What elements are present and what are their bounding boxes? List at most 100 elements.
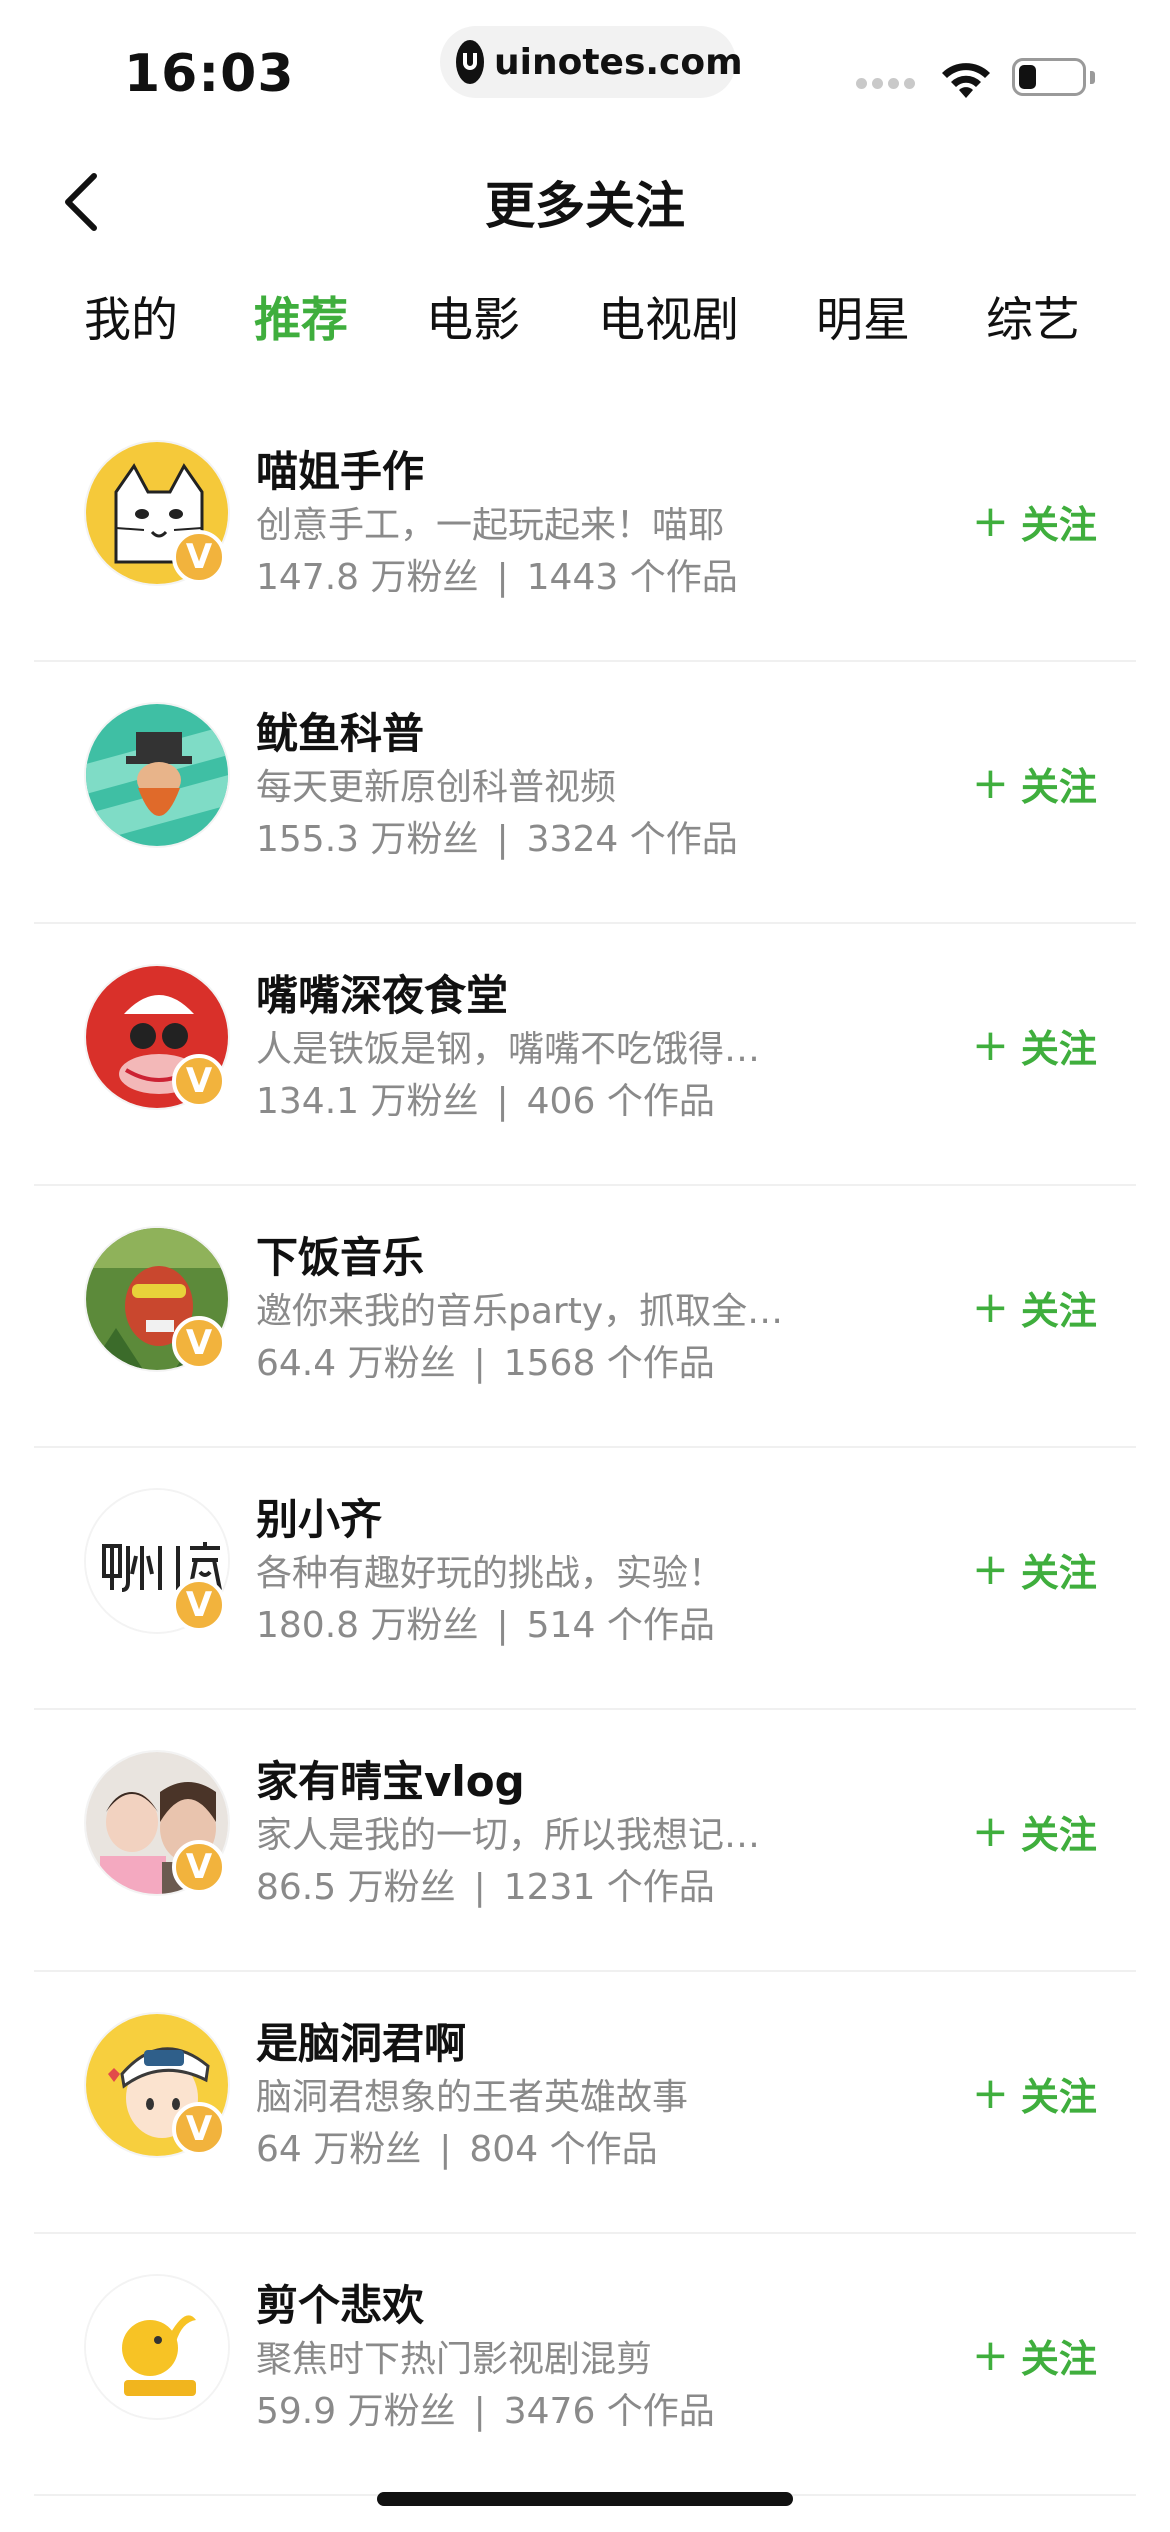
battery-icon <box>1012 58 1086 96</box>
follow-label: 关注 <box>1020 1813 1097 1857</box>
list-item[interactable]: V 别小齐 各种有趣好玩的挑战，实验！ 180.8 万粉丝 | 514 个作品 + 关… <box>0 1448 1170 1710</box>
account-description: 各种有趣好玩的挑战，实验！ <box>256 1553 725 1594</box>
account-stats: 155.3 万粉丝 | 3324 个作品 <box>256 819 738 860</box>
list-item[interactable]: 剪个悲欢 聚焦时下热门影视剧混剪 59.9 万粉丝 | 3476 个作品 + 关注 <box>0 2234 1170 2496</box>
account-description: 每天更新原创科普视频 <box>256 767 617 808</box>
account-name: 别小齐 <box>256 1495 383 1544</box>
tab-tv-series[interactable]: 电视剧 <box>598 288 739 354</box>
tab-recommended[interactable]: 推荐 <box>254 288 348 354</box>
verified-badge-icon: V <box>172 1840 226 1894</box>
follow-label: 关注 <box>1020 2075 1097 2119</box>
account-name: 家有晴宝vlog <box>256 1757 525 1806</box>
plus-icon: + <box>972 496 1009 547</box>
account-name: 剪个悲欢 <box>256 2281 425 2330</box>
account-name: 鱿鱼科普 <box>256 709 425 758</box>
works-count: 3324 个作品 <box>526 819 738 860</box>
follow-button[interactable]: + 关注 <box>972 1018 1097 1073</box>
follow-button[interactable]: + 关注 <box>972 2328 1097 2383</box>
chevron-left-icon[interactable] <box>60 170 104 234</box>
tab-mine[interactable]: 我的 <box>84 288 178 354</box>
plus-icon: + <box>972 1020 1009 1071</box>
fans-count: 147.8 万粉丝 <box>256 557 479 598</box>
battery-tip <box>1090 71 1095 84</box>
account-list: V 喵姐手作 创意手工，一起玩起来！喵耶 147.8 万粉丝 | 1443 个作品 … <box>0 400 1170 2496</box>
signal-icon <box>856 78 915 89</box>
verified-badge-icon: V <box>172 1316 226 1370</box>
url-pill[interactable]: uinotes.com <box>440 26 743 98</box>
uinotes-logo-icon <box>456 40 484 84</box>
follow-label: 关注 <box>1020 765 1097 809</box>
plus-icon: + <box>972 2330 1009 2381</box>
follow-button[interactable]: + 关注 <box>972 2066 1097 2121</box>
status-time: 16:03 <box>124 44 295 104</box>
fans-count: 180.8 万粉丝 <box>256 1605 479 1646</box>
works-count: 3476 个作品 <box>503 2391 715 2432</box>
list-item[interactable]: V 嘴嘴深夜食堂 人是铁饭是钢，嘴嘴不吃饿得… 134.1 万粉丝 | 406 个作… <box>0 924 1170 1186</box>
account-description: 人是铁饭是钢，嘴嘴不吃饿得… <box>256 1029 761 1070</box>
tab-variety[interactable]: 综艺 <box>986 288 1080 354</box>
account-stats: 59.9 万粉丝 | 3476 个作品 <box>256 2391 715 2432</box>
verified-badge-icon: V <box>172 530 226 584</box>
plus-icon: + <box>972 1282 1009 1333</box>
account-stats: 86.5 万粉丝 | 1231 个作品 <box>256 1867 715 1908</box>
works-count: 1568 个作品 <box>503 1343 715 1384</box>
tab-movies[interactable]: 电影 <box>426 288 520 354</box>
works-count: 1443 个作品 <box>526 557 738 598</box>
account-description: 创意手工，一起玩起来！喵耶 <box>256 505 725 546</box>
wifi-icon <box>936 56 996 104</box>
url-text: uinotes.com <box>494 41 743 83</box>
follow-label: 关注 <box>1020 1027 1097 1071</box>
verified-badge-icon: V <box>172 1578 226 1632</box>
follow-button[interactable]: + 关注 <box>972 756 1097 811</box>
list-item[interactable]: V 家有晴宝vlog 家人是我的一切，所以我想记… 86.5 万粉丝 | 1231 … <box>0 1710 1170 1972</box>
follow-button[interactable]: + 关注 <box>972 494 1097 549</box>
works-count: 406 个作品 <box>526 1081 715 1122</box>
verified-badge-icon: V <box>172 2102 226 2156</box>
account-name: 下饭音乐 <box>256 1233 425 1282</box>
account-name: 嘴嘴深夜食堂 <box>256 971 509 1020</box>
works-count: 1231 个作品 <box>503 1867 715 1908</box>
account-stats: 134.1 万粉丝 | 406 个作品 <box>256 1081 715 1122</box>
works-count: 804 个作品 <box>469 2129 658 2170</box>
follow-label: 关注 <box>1020 2337 1097 2381</box>
verified-badge-icon: V <box>172 1054 226 1108</box>
fans-count: 86.5 万粉丝 <box>256 1867 456 1908</box>
avatar[interactable] <box>84 2274 230 2420</box>
plus-icon: + <box>972 2068 1009 2119</box>
works-count: 514 个作品 <box>526 1605 715 1646</box>
plus-icon: + <box>972 1544 1009 1595</box>
status-bar: 16:03 uinotes.com <box>0 0 1170 130</box>
home-indicator[interactable] <box>377 2492 793 2506</box>
account-description: 聚焦时下热门影视剧混剪 <box>256 2339 653 2380</box>
account-name: 喵姐手作 <box>256 447 425 496</box>
page-title: 更多关注 <box>485 177 685 235</box>
page: 16:03 uinotes.com 更多关注 我的 推荐 电影 电视剧 明星 综… <box>0 0 1170 2532</box>
account-stats: 64.4 万粉丝 | 1568 个作品 <box>256 1343 715 1384</box>
plus-icon: + <box>972 1806 1009 1857</box>
avatar[interactable] <box>84 702 230 848</box>
list-item[interactable]: V 下饭音乐 邀你来我的音乐party，抓取全… 64.4 万粉丝 | 1568 个… <box>0 1186 1170 1448</box>
account-description: 脑洞君想象的王者英雄故事 <box>256 2077 689 2118</box>
account-name: 是脑洞君啊 <box>256 2019 467 2068</box>
plus-icon: + <box>972 758 1009 809</box>
follow-label: 关注 <box>1020 1289 1097 1333</box>
follow-button[interactable]: + 关注 <box>972 1280 1097 1335</box>
fans-count: 155.3 万粉丝 <box>256 819 479 860</box>
account-stats: 64 万粉丝 | 804 个作品 <box>256 2129 658 2170</box>
follow-label: 关注 <box>1020 503 1097 547</box>
follow-button[interactable]: + 关注 <box>972 1542 1097 1597</box>
account-stats: 180.8 万粉丝 | 514 个作品 <box>256 1605 715 1646</box>
fans-count: 64 万粉丝 <box>256 2129 422 2170</box>
list-item[interactable]: V 喵姐手作 创意手工，一起玩起来！喵耶 147.8 万粉丝 | 1443 个作品 … <box>0 400 1170 662</box>
account-description: 邀你来我的音乐party，抓取全… <box>256 1291 784 1332</box>
list-item[interactable]: 鱿鱼科普 每天更新原创科普视频 155.3 万粉丝 | 3324 个作品 + 关注 <box>0 662 1170 924</box>
account-description: 家人是我的一切，所以我想记… <box>256 1815 761 1856</box>
account-stats: 147.8 万粉丝 | 1443 个作品 <box>256 557 738 598</box>
battery-level <box>1019 65 1036 89</box>
fans-count: 134.1 万粉丝 <box>256 1081 479 1122</box>
tab-celebrities[interactable]: 明星 <box>816 288 910 354</box>
list-item[interactable]: V 是脑洞君啊 脑洞君想象的王者英雄故事 64 万粉丝 | 804 个作品 + 关注 <box>0 1972 1170 2234</box>
follow-button[interactable]: + 关注 <box>972 1804 1097 1859</box>
fans-count: 64.4 万粉丝 <box>256 1343 456 1384</box>
follow-label: 关注 <box>1020 1551 1097 1595</box>
